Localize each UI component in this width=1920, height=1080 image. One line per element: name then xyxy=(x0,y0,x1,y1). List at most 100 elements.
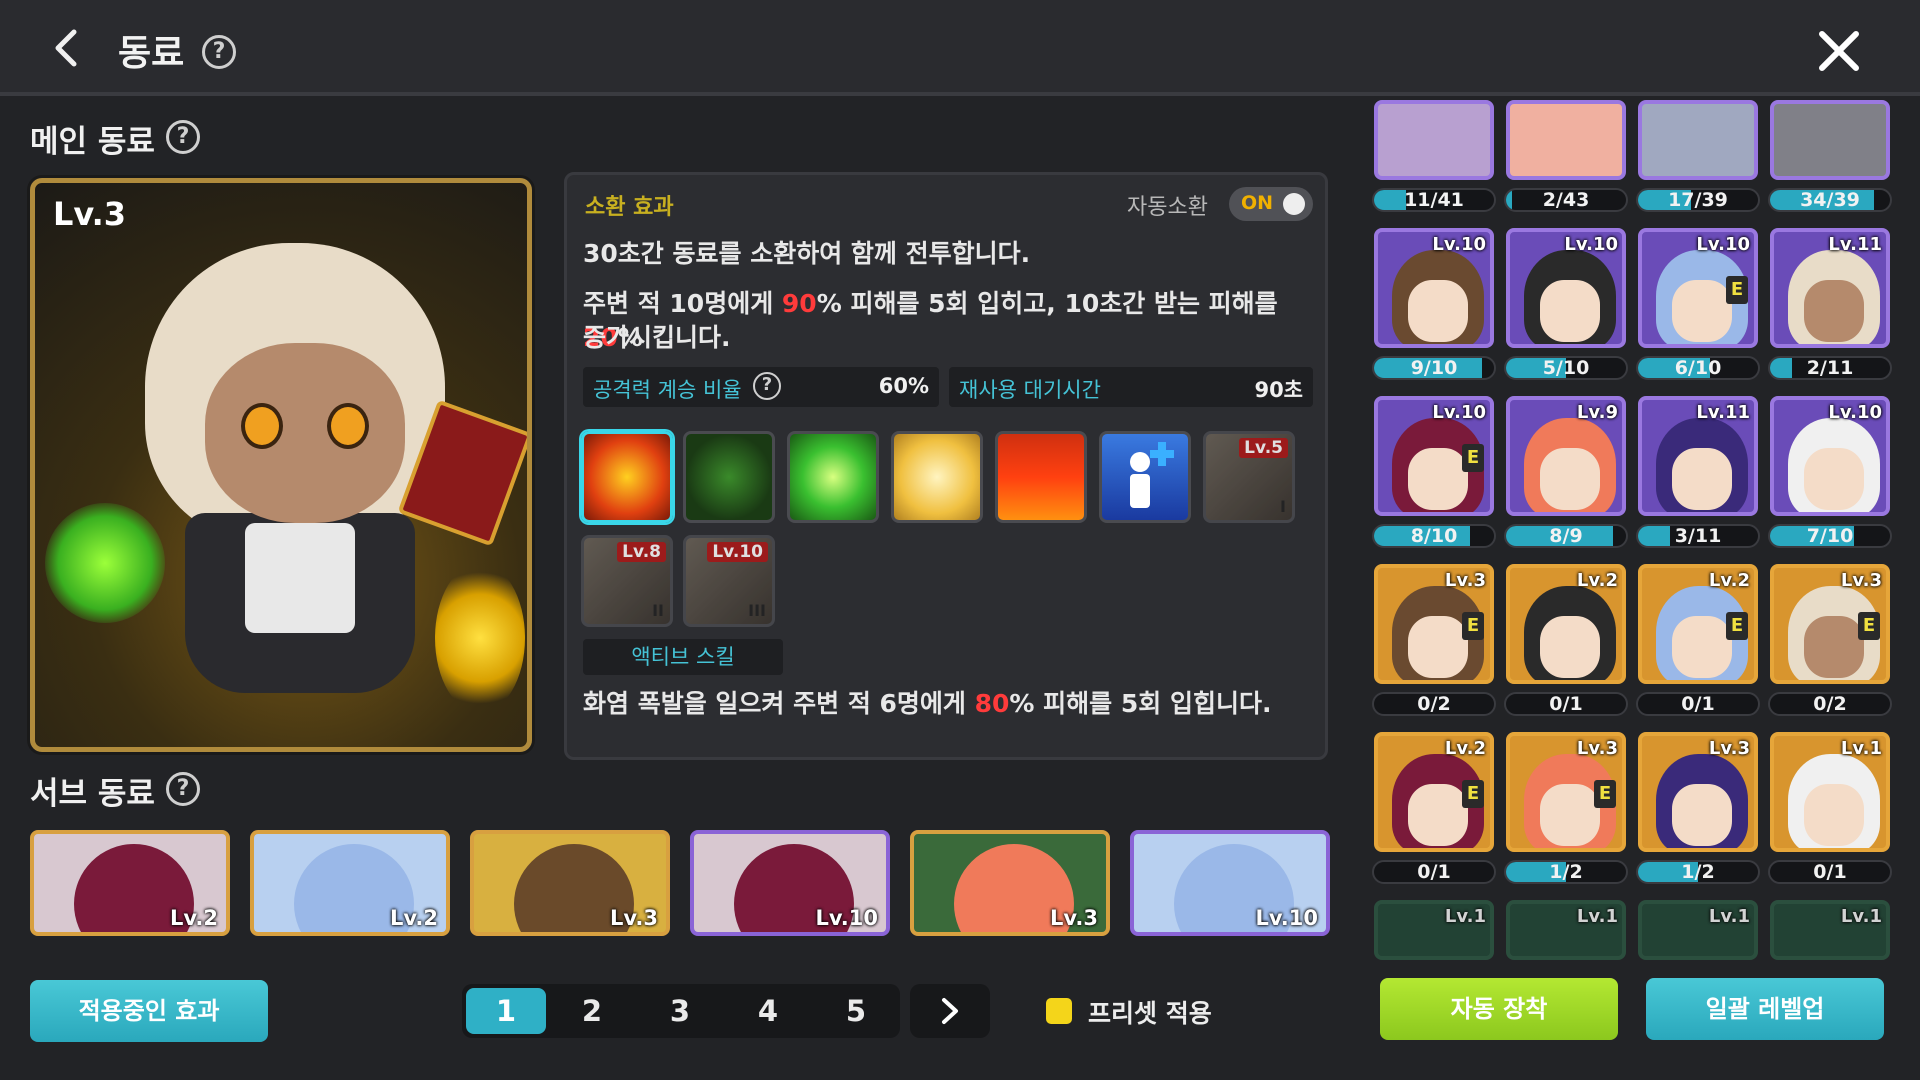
page-1-button[interactable]: 1 xyxy=(466,988,546,1034)
equipped-badge: E xyxy=(1462,612,1484,640)
help-icon[interactable]: ? xyxy=(202,35,236,69)
equipped-badge: E xyxy=(1858,612,1880,640)
collection-progress: 6/10 xyxy=(1636,356,1760,380)
green-leaf-icon[interactable] xyxy=(683,431,775,523)
page-4-button[interactable]: 4 xyxy=(728,988,808,1034)
companion-card[interactable]: Lv.1 xyxy=(1638,900,1758,960)
back-arrow-icon[interactable] xyxy=(44,26,88,70)
companion-card[interactable]: Lv.10 E xyxy=(1374,396,1494,516)
companion-card[interactable] xyxy=(1374,100,1494,180)
collection-progress: 17/39 xyxy=(1636,188,1760,212)
locked-skill-icon[interactable]: Lv.8 II xyxy=(581,535,673,627)
collection-progress: 2/11 xyxy=(1768,356,1892,380)
top-bar: 동료 ? xyxy=(0,0,1920,96)
character-eye xyxy=(327,403,369,449)
collection-progress: 1/2 xyxy=(1504,860,1628,884)
companion-card[interactable]: Lv.3 E xyxy=(1506,732,1626,852)
collection-progress: 34/39 xyxy=(1768,188,1892,212)
companion-card[interactable]: Lv.2 E xyxy=(1638,564,1758,684)
attack-inherit-stat: 공격력 계승 비율 ? 60% xyxy=(583,367,939,407)
sub-companion-slot[interactable]: Lv.3 xyxy=(470,830,670,936)
sub-companion-help-icon[interactable]: ? xyxy=(166,772,200,806)
green-burst-icon[interactable] xyxy=(787,431,879,523)
companion-card[interactable]: Lv.3 E xyxy=(1770,564,1890,684)
companion-card[interactable]: Lv.10 E xyxy=(1638,228,1758,348)
companion-card[interactable]: Lv.3 E xyxy=(1374,564,1494,684)
companion-card[interactable] xyxy=(1638,100,1758,180)
companion-card[interactable]: Lv.3 xyxy=(1638,732,1758,852)
fire-effect xyxy=(435,563,525,713)
locked-skill-icon[interactable]: Lv.5 I xyxy=(1203,431,1295,523)
collection-progress: 9/10 xyxy=(1372,356,1496,380)
companion-card[interactable]: Lv.2 xyxy=(1506,564,1626,684)
collection-progress: 2/43 xyxy=(1504,188,1628,212)
active-skill-tag: 액티브 스킬 xyxy=(583,639,783,675)
applied-effects-button[interactable]: 적용중인 효과 xyxy=(30,980,268,1042)
collection-progress: 8/9 xyxy=(1504,524,1628,548)
collection-progress: 8/10 xyxy=(1372,524,1496,548)
bulk-levelup-button[interactable]: 일괄 레벨업 xyxy=(1646,978,1884,1040)
sub-companion-title: 서브 동료 xyxy=(30,776,155,812)
auto-equip-button[interactable]: 자동 장착 xyxy=(1380,978,1618,1040)
chevron-right-icon xyxy=(942,998,958,1024)
sub-companion-slot[interactable]: Lv.2 xyxy=(250,830,450,936)
flame-icon[interactable] xyxy=(995,431,1087,523)
character-eye xyxy=(241,403,283,449)
main-companion-help-icon[interactable]: ? xyxy=(166,120,200,154)
locked-skill-icon[interactable]: Lv.10 III xyxy=(683,535,775,627)
fire-seal-icon[interactable] xyxy=(581,431,673,523)
collection-progress: 0/2 xyxy=(1372,692,1496,716)
companion-card[interactable]: Lv.1 xyxy=(1374,900,1494,960)
auto-summon-toggle[interactable]: ON xyxy=(1229,187,1313,221)
stat-help-icon[interactable]: ? xyxy=(753,372,781,400)
cooldown-stat: 재사용 대기시간 90초 xyxy=(949,367,1313,407)
person-plus-icon[interactable] xyxy=(1099,431,1191,523)
collection-progress: 1/2 xyxy=(1636,860,1760,884)
character-vest xyxy=(245,523,355,633)
companion-card[interactable]: Lv.11 xyxy=(1770,228,1890,348)
companion-card[interactable]: Lv.10 xyxy=(1770,396,1890,516)
toggle-state: ON xyxy=(1241,192,1274,214)
main-companion-portrait[interactable]: Lv.3 xyxy=(30,178,532,752)
summon-description: 30초간 동료를 소환하여 함께 전투합니다. xyxy=(583,239,1031,268)
collection-progress: 0/1 xyxy=(1504,692,1628,716)
companion-card[interactable]: Lv.11 xyxy=(1638,396,1758,516)
equipped-badge: E xyxy=(1726,612,1748,640)
companion-card[interactable]: Lv.1 xyxy=(1506,900,1626,960)
collection-progress: 3/11 xyxy=(1636,524,1760,548)
companion-card[interactable] xyxy=(1770,100,1890,180)
active-skill-description: 화염 폭발을 일으켜 주변 적 6명에게 80% 피해를 5회 입힙니다. xyxy=(583,689,1272,718)
auto-summon-label: 자동소환 xyxy=(1127,195,1208,220)
sub-companion-slot[interactable]: Lv.2 xyxy=(30,830,230,936)
golden-figure-icon[interactable] xyxy=(891,431,983,523)
page-title: 동료 xyxy=(118,33,185,74)
effect-description-cont: 증가시킵니다. xyxy=(583,323,731,352)
sub-companion-slot[interactable]: Lv.10 xyxy=(1130,830,1330,936)
preset-checkbox[interactable] xyxy=(1046,998,1072,1024)
pagination: 1 2 3 4 5 xyxy=(462,984,900,1038)
toggle-knob xyxy=(1283,193,1305,215)
next-page-button[interactable] xyxy=(910,984,990,1038)
companion-card[interactable] xyxy=(1506,100,1626,180)
companion-card[interactable]: Lv.1 xyxy=(1770,732,1890,852)
collection-progress: 0/1 xyxy=(1768,860,1892,884)
collection-progress: 0/2 xyxy=(1768,692,1892,716)
collection-progress: 5/10 xyxy=(1504,356,1628,380)
companion-card[interactable]: Lv.10 xyxy=(1506,228,1626,348)
close-icon[interactable] xyxy=(1816,28,1862,74)
page-2-button[interactable]: 2 xyxy=(552,988,632,1034)
character-face xyxy=(205,343,405,523)
sub-companion-slot[interactable]: Lv.3 xyxy=(910,830,1110,936)
sub-companion-slot[interactable]: Lv.10 xyxy=(690,830,890,936)
page-5-button[interactable]: 5 xyxy=(816,988,896,1034)
collection-progress: 0/1 xyxy=(1372,860,1496,884)
page-3-button[interactable]: 3 xyxy=(640,988,720,1034)
companion-card[interactable]: Lv.9 xyxy=(1506,396,1626,516)
green-magic-effect xyxy=(45,503,165,623)
companion-card[interactable]: Lv.1 xyxy=(1770,900,1890,960)
companion-card[interactable]: Lv.10 xyxy=(1374,228,1494,348)
main-companion-title: 메인 동료 xyxy=(30,124,155,160)
companion-card[interactable]: Lv.2 E xyxy=(1374,732,1494,852)
collection-progress: 7/10 xyxy=(1768,524,1892,548)
summon-effect-label: 소환 효과 xyxy=(585,195,674,220)
